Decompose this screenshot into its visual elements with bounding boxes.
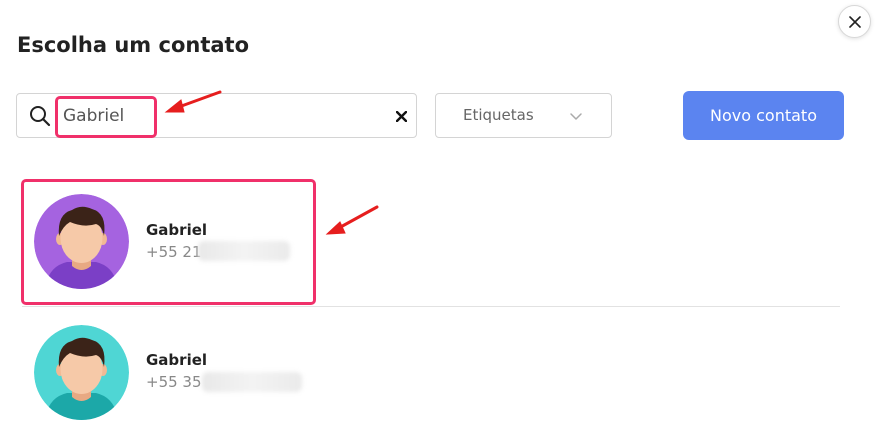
search-icon [30,106,51,127]
redacted-phone [198,241,290,261]
search-box[interactable] [16,93,417,138]
avatar [34,194,129,289]
person-icon [34,325,129,420]
contact-name: Gabriel [146,351,208,369]
redacted-phone [202,372,302,392]
avatar [34,325,129,420]
dialog-title: Escolha um contato [17,33,249,57]
contact-item[interactable]: Gabriel +55 21 [16,175,840,295]
tags-dropdown-label: Etiquetas [463,106,534,124]
search-input[interactable] [63,102,383,130]
chevron-down-icon [570,113,582,120]
tags-dropdown[interactable]: Etiquetas [435,93,612,138]
contact-item[interactable]: Gabriel +55 35 [16,308,840,428]
close-button[interactable] [838,5,871,38]
close-icon [848,15,861,28]
new-contact-button[interactable]: Novo contato [683,91,844,140]
contact-phone: +55 21 [146,243,202,261]
contact-name: Gabriel [146,221,208,239]
divider [22,306,840,307]
clear-search-button[interactable] [391,106,411,126]
close-icon [395,110,407,122]
contact-phone: +55 35 [146,373,202,391]
person-icon [34,194,129,289]
